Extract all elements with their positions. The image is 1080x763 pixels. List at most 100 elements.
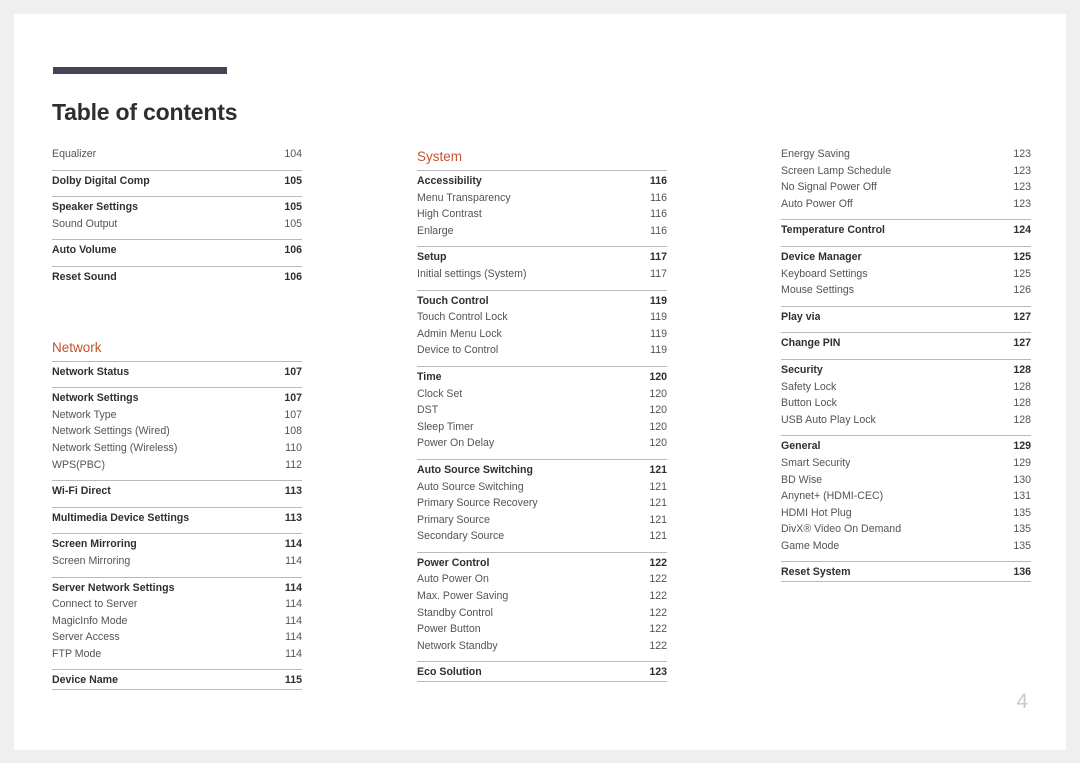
toc-group: Network Settings 107 Network Type 107 Networ… <box>52 387 302 480</box>
toc-entry[interactable]: FTP Mode 114 <box>52 646 302 663</box>
toc-entry[interactable]: Temperature Control 124 <box>781 222 1031 239</box>
toc-entry[interactable]: Equalizer 104 <box>52 146 302 163</box>
toc-entry[interactable]: Eco Solution 123 <box>417 664 667 681</box>
toc-entry-label: MagicInfo Mode <box>52 614 128 627</box>
toc-entry[interactable]: Power Control 122 <box>417 555 667 572</box>
toc-entry[interactable]: Energy Saving 123 <box>781 146 1031 163</box>
toc-entry[interactable]: General 129 <box>781 438 1031 455</box>
toc-entry[interactable]: DivX® Video On Demand 135 <box>781 521 1031 538</box>
toc-entry[interactable]: Enlarge 116 <box>417 223 667 240</box>
toc-entry-label: Initial settings (System) <box>417 267 527 280</box>
toc-entry[interactable]: Safety Lock 128 <box>781 379 1031 396</box>
toc-entry[interactable]: Clock Set 120 <box>417 386 667 403</box>
toc-entry-page-number: 123 <box>1013 148 1031 160</box>
toc-group: Network Status 107 <box>52 360 302 388</box>
toc-entry[interactable]: Menu Transparency 116 <box>417 190 667 207</box>
toc-entry[interactable]: Primary Source Recovery 121 <box>417 495 667 512</box>
toc-entry[interactable]: Device Name 115 <box>52 672 302 689</box>
toc-group: Dolby Digital Comp 105 <box>52 169 302 197</box>
toc-entry-page-number: 123 <box>1013 197 1031 210</box>
toc-entry[interactable]: Secondary Source 121 <box>417 528 667 545</box>
toc-entry[interactable]: Auto Volume 106 <box>52 242 302 259</box>
toc-group: Multimedia Device Settings 113 <box>52 506 302 534</box>
toc-entry[interactable]: Mouse Settings 126 <box>781 282 1031 299</box>
toc-entry[interactable]: Network Settings 107 <box>52 390 302 407</box>
toc-entry[interactable]: Server Access 114 <box>52 629 302 646</box>
toc-entry[interactable]: Power On Delay 120 <box>417 435 667 452</box>
toc-entry[interactable]: Sleep Timer 120 <box>417 419 667 436</box>
toc-entry[interactable]: Auto Source Switching 121 <box>417 462 667 479</box>
toc-entry[interactable]: Network Setting (Wireless) 110 <box>52 440 302 457</box>
toc-entry[interactable]: HDMI Hot Plug 135 <box>781 505 1031 522</box>
toc-entry[interactable]: Max. Power Saving 122 <box>417 588 667 605</box>
toc-entry[interactable]: Play via 127 <box>781 309 1031 326</box>
toc-entry-label: Power Button <box>417 623 481 636</box>
toc-entry[interactable]: Network Settings (Wired) 108 <box>52 423 302 440</box>
toc-entry-label: Max. Power Saving <box>417 590 509 603</box>
toc-entry[interactable]: Auto Source Switching 121 <box>417 479 667 496</box>
toc-entry[interactable]: Admin Menu Lock 119 <box>417 326 667 343</box>
toc-entry-page-number: 110 <box>285 441 302 454</box>
toc-entry-label: Network Type <box>52 408 117 421</box>
toc-entry[interactable]: Keyboard Settings 125 <box>781 266 1031 283</box>
toc-entry[interactable]: Network Standby 122 <box>417 638 667 655</box>
toc-entry[interactable]: DST 120 <box>417 402 667 419</box>
toc-entry[interactable]: Anynet+ (HDMI-CEC) 131 <box>781 488 1031 505</box>
toc-entry[interactable]: Change PIN 127 <box>781 335 1031 352</box>
toc-entry[interactable]: MagicInfo Mode 114 <box>52 613 302 630</box>
toc-entry[interactable]: Screen Mirroring 114 <box>52 536 302 553</box>
toc-entry[interactable]: Primary Source 121 <box>417 512 667 529</box>
toc-entry[interactable]: Button Lock 128 <box>781 395 1031 412</box>
toc-entry-page-number: 123 <box>1013 164 1031 177</box>
toc-entry-label: No Signal Power Off <box>781 181 877 194</box>
toc-entry-page-number: 121 <box>649 497 667 510</box>
toc-section-header: System <box>417 149 463 164</box>
toc-entry[interactable]: Initial settings (System) 117 <box>417 266 667 283</box>
toc-entry[interactable]: Network Status 107 <box>52 364 302 381</box>
toc-group: Eco Solution 123 <box>417 661 667 683</box>
toc-entry[interactable]: Device to Control 119 <box>417 342 667 359</box>
toc-entry-label: Screen Mirroring <box>52 554 131 567</box>
toc-entry-label: Network Settings (Wired) <box>52 425 170 438</box>
toc-entry[interactable]: Connect to Server 114 <box>52 596 302 613</box>
toc-entry[interactable]: Smart Security 129 <box>781 455 1031 472</box>
toc-entry[interactable]: Multimedia Device Settings 113 <box>52 510 302 527</box>
toc-entry[interactable]: Time 120 <box>417 369 667 386</box>
toc-entry[interactable]: Accessibility 116 <box>417 173 667 190</box>
toc-entry-label: Keyboard Settings <box>781 267 868 280</box>
toc-entry[interactable]: WPS(PBC) 112 <box>52 457 302 474</box>
toc-entry-page-number: 107 <box>284 365 302 378</box>
toc-entry[interactable]: Speaker Settings 105 <box>52 199 302 216</box>
toc-entry-label: Clock Set <box>417 387 463 400</box>
toc-entry[interactable]: Reset System 136 <box>781 564 1031 581</box>
toc-group: Equalizer 104 <box>52 144 302 170</box>
toc-entry-page-number: 105 <box>284 174 302 187</box>
toc-entry[interactable]: Server Network Settings 114 <box>52 580 302 597</box>
toc-entry[interactable]: No Signal Power Off 123 <box>781 179 1031 196</box>
toc-entry[interactable]: Setup 117 <box>417 249 667 266</box>
toc-entry-label: Connect to Server <box>52 598 138 611</box>
toc-entry[interactable]: Touch Control Lock 119 <box>417 309 667 326</box>
toc-entry[interactable]: BD Wise 130 <box>781 472 1031 489</box>
toc-entry[interactable]: Device Manager 125 <box>781 249 1031 266</box>
toc-entry[interactable]: Auto Power Off 123 <box>781 196 1031 213</box>
toc-entry[interactable]: Touch Control 119 <box>417 293 667 310</box>
toc-entry-label: Auto Volume <box>52 244 117 257</box>
toc-entry[interactable]: Power Button 122 <box>417 621 667 638</box>
toc-entry[interactable]: Wi-Fi Direct 113 <box>52 483 302 500</box>
toc-entry[interactable]: Screen Mirroring 114 <box>52 553 302 570</box>
toc-entry[interactable]: Dolby Digital Comp 105 <box>52 173 302 190</box>
toc-entry-label: Auto Power On <box>417 573 489 586</box>
toc-entry[interactable]: USB Auto Play Lock 128 <box>781 412 1031 429</box>
toc-entry[interactable]: Screen Lamp Schedule 123 <box>781 163 1031 180</box>
toc-entry[interactable]: Auto Power On 122 <box>417 571 667 588</box>
toc-entry[interactable]: High Contrast 116 <box>417 206 667 223</box>
toc-entry[interactable]: Reset Sound 106 <box>52 269 302 286</box>
toc-entry[interactable]: Security 128 <box>781 362 1031 379</box>
toc-entry[interactable]: Standby Control 122 <box>417 605 667 622</box>
toc-entry[interactable]: Game Mode 135 <box>781 538 1031 555</box>
toc-entry[interactable]: Sound Output 105 <box>52 216 302 233</box>
toc-entry[interactable]: Network Type 107 <box>52 407 302 424</box>
toc-entry-page-number: 123 <box>1013 181 1031 194</box>
toc-entry-page-number: 120 <box>649 387 667 400</box>
